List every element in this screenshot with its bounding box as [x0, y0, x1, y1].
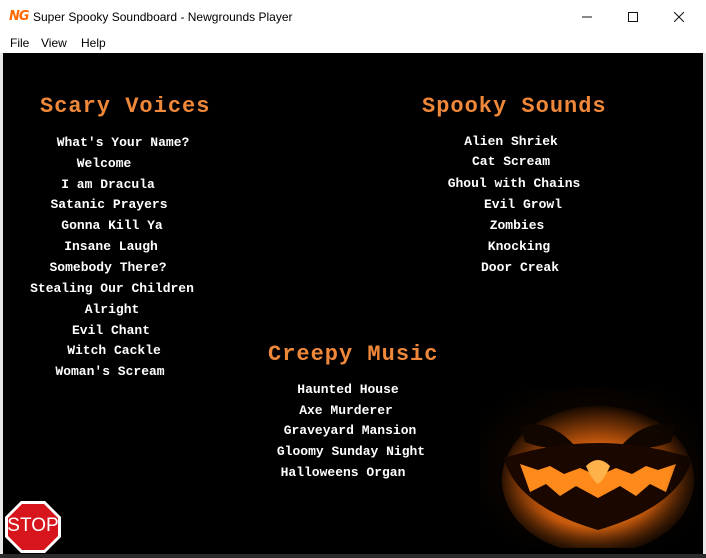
sound-button[interactable]: Halloweens Organ — [281, 465, 406, 481]
window-title: Super Spooky Soundboard - Newgrounds Pla… — [33, 10, 293, 24]
menu-view[interactable]: View — [41, 35, 67, 51]
close-icon — [674, 11, 684, 22]
sound-button[interactable]: Gloomy Sunday Night — [277, 444, 425, 460]
minimize-icon — [582, 16, 592, 17]
sound-button[interactable]: Insane Laugh — [64, 239, 158, 255]
title-bar[interactable]: NG Super Spooky Soundboard - Newgrounds … — [0, 0, 706, 33]
sound-button[interactable]: Cat Scream — [472, 154, 550, 170]
scary-voices-heading: Scary Voices — [40, 94, 211, 119]
jack-o-lantern-image — [480, 388, 700, 548]
sound-button[interactable]: Ghoul with Chains — [448, 176, 581, 192]
close-button[interactable] — [656, 0, 702, 33]
sound-button[interactable]: Door Creak — [481, 260, 559, 276]
sound-button[interactable]: Stealing Our Children — [30, 281, 194, 297]
sound-button[interactable]: Alright — [85, 302, 140, 318]
sound-button[interactable]: Knocking — [488, 239, 550, 255]
sound-button[interactable]: Axe Murderer — [299, 403, 393, 419]
sound-button[interactable]: Alien Shriek — [464, 134, 558, 150]
menu-help[interactable]: Help — [81, 35, 106, 51]
sound-button[interactable]: Evil Chant — [72, 323, 150, 339]
sound-button[interactable]: Haunted House — [297, 382, 398, 398]
sound-button[interactable]: Graveyard Mansion — [284, 423, 417, 439]
sound-button[interactable]: Evil Growl — [484, 197, 562, 213]
sound-button[interactable]: Gonna Kill Ya — [61, 218, 162, 234]
sound-button[interactable]: Somebody There? — [49, 260, 166, 276]
spooky-sounds-heading: Spooky Sounds — [422, 94, 607, 119]
menu-bar: File View Help — [0, 33, 706, 53]
maximize-icon — [628, 11, 638, 22]
sound-button[interactable]: Witch Cackle — [67, 343, 161, 359]
sound-button[interactable]: Zombies — [490, 218, 545, 234]
stop-button-label: STOP — [7, 515, 59, 536]
stop-button[interactable]: STOP — [4, 500, 62, 554]
minimize-button[interactable] — [564, 0, 610, 33]
sound-button[interactable]: I am Dracula — [61, 177, 155, 193]
sound-button[interactable]: What's Your Name? — [57, 135, 190, 151]
newgrounds-logo-icon: NG — [9, 9, 30, 24]
maximize-button[interactable] — [610, 0, 656, 33]
sound-button[interactable]: Welcome — [77, 156, 132, 172]
app-window: NG Super Spooky Soundboard - Newgrounds … — [0, 0, 706, 554]
sound-button[interactable]: Satanic Prayers — [50, 197, 167, 213]
creepy-music-heading: Creepy Music — [268, 342, 439, 367]
sound-button[interactable]: Woman's Scream — [55, 364, 164, 380]
menu-file[interactable]: File — [10, 35, 29, 51]
